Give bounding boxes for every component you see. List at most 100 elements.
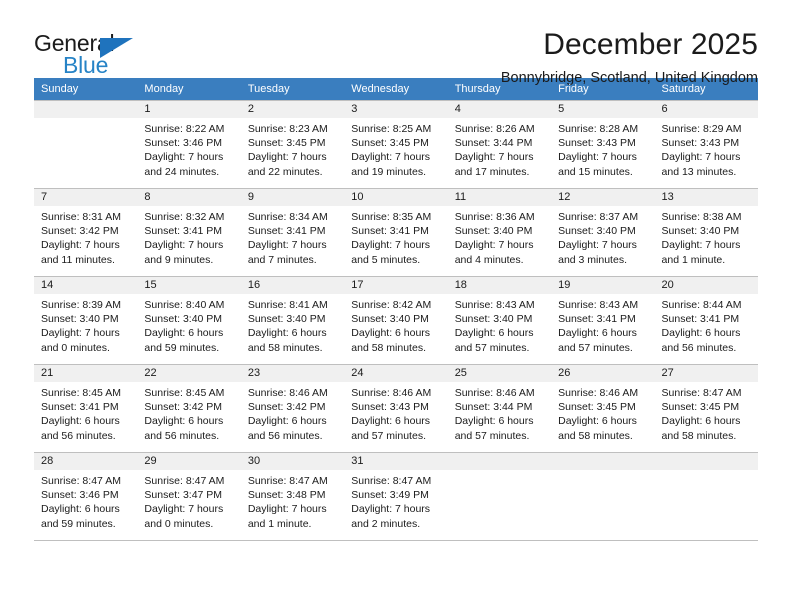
day-number: 31 xyxy=(344,453,448,470)
calendar-day-cell[interactable]: 13 Sunrise: 8:38 AM Sunset: 3:40 PM Dayligh… xyxy=(654,188,758,277)
sunset-text: Sunset: 3:43 PM xyxy=(351,401,429,414)
sunset-text: Sunset: 3:40 PM xyxy=(558,225,636,238)
day-number: 15 xyxy=(137,277,241,294)
daylight-text: Daylight: 7 hours and 24 minutes. xyxy=(144,151,224,178)
day-cell-inner: 6 Sunrise: 8:29 AM Sunset: 3:43 PM Daylight… xyxy=(654,101,758,188)
day-info: Sunrise: 8:40 AM Sunset: 3:40 PM Daylight:… xyxy=(137,294,240,355)
calendar-day-cell[interactable]: 28 Sunrise: 8:47 AM Sunset: 3:46 PM Dayligh… xyxy=(34,452,138,541)
day-number xyxy=(551,453,655,470)
calendar-week-row: 14 Sunrise: 8:39 AM Sunset: 3:40 PM Dayligh… xyxy=(34,276,758,365)
day-cell-inner: 16 Sunrise: 8:41 AM Sunset: 3:40 PM Dayligh… xyxy=(240,277,345,364)
calendar-day-cell[interactable]: 2 Sunrise: 8:23 AM Sunset: 3:45 PM Daylight… xyxy=(240,100,345,189)
day-cell-inner: 11 Sunrise: 8:36 AM Sunset: 3:40 PM Dayligh… xyxy=(447,189,552,276)
calendar-day-cell[interactable]: 11 Sunrise: 8:36 AM Sunset: 3:40 PM Dayligh… xyxy=(447,188,552,277)
sunrise-text: Sunrise: 8:45 AM xyxy=(41,387,121,399)
calendar-day-cell[interactable]: 19 Sunrise: 8:43 AM Sunset: 3:41 PM Dayligh… xyxy=(551,276,655,365)
calendar-day-cell[interactable]: 6 Sunrise: 8:29 AM Sunset: 3:43 PM Daylight… xyxy=(654,100,758,189)
sunrise-text: Sunrise: 8:38 AM xyxy=(661,211,742,223)
calendar-day-cell[interactable]: 26 Sunrise: 8:46 AM Sunset: 3:45 PM Dayligh… xyxy=(551,364,655,453)
day-info: Sunrise: 8:38 AM Sunset: 3:40 PM Daylight:… xyxy=(655,206,758,267)
sunset-text: Sunset: 3:46 PM xyxy=(144,137,223,150)
daylight-text: Daylight: 6 hours and 59 minutes. xyxy=(41,503,120,530)
sunset-text: Sunset: 3:40 PM xyxy=(247,313,326,326)
calendar-day-cell[interactable]: 18 Sunrise: 8:43 AM Sunset: 3:40 PM Dayligh… xyxy=(447,276,552,365)
sunset-text: Sunset: 3:40 PM xyxy=(454,313,533,326)
calendar-day-cell[interactable]: 15 Sunrise: 8:40 AM Sunset: 3:40 PM Dayligh… xyxy=(137,276,241,365)
sunset-text: Sunset: 3:41 PM xyxy=(247,225,326,238)
calendar-day-cell[interactable]: 24 Sunrise: 8:46 AM Sunset: 3:43 PM Dayligh… xyxy=(344,364,448,453)
day-cell-inner: 12 Sunrise: 8:37 AM Sunset: 3:40 PM Dayligh… xyxy=(551,189,655,276)
daylight-text: Daylight: 7 hours and 13 minutes. xyxy=(661,151,741,178)
calendar-day-cell[interactable]: 23 Sunrise: 8:46 AM Sunset: 3:42 PM Dayligh… xyxy=(240,364,345,453)
calendar-day-cell[interactable]: 3 Sunrise: 8:25 AM Sunset: 3:45 PM Daylight… xyxy=(344,100,448,189)
day-cell-inner xyxy=(34,101,138,188)
sunrise-text: Sunrise: 8:46 AM xyxy=(454,387,535,399)
calendar-day-cell[interactable]: 25 Sunrise: 8:46 AM Sunset: 3:44 PM Dayligh… xyxy=(447,364,552,453)
daylight-text: Daylight: 7 hours and 0 minutes. xyxy=(41,327,120,354)
day-info: Sunrise: 8:45 AM Sunset: 3:42 PM Daylight:… xyxy=(137,382,240,443)
daylight-text: Daylight: 6 hours and 58 minutes. xyxy=(558,415,637,442)
sunset-text: Sunset: 3:44 PM xyxy=(454,137,533,150)
day-info: Sunrise: 8:44 AM Sunset: 3:41 PM Daylight:… xyxy=(655,294,758,355)
daylight-text: Daylight: 6 hours and 57 minutes. xyxy=(558,327,637,354)
sunset-text: Sunset: 3:47 PM xyxy=(144,489,223,502)
day-cell-inner: 24 Sunrise: 8:46 AM Sunset: 3:43 PM Dayligh… xyxy=(344,365,448,452)
calendar-day-cell[interactable]: 10 Sunrise: 8:35 AM Sunset: 3:41 PM Dayligh… xyxy=(344,188,448,277)
sunset-text: Sunset: 3:49 PM xyxy=(351,489,429,502)
calendar-day-cell[interactable]: 1 Sunrise: 8:22 AM Sunset: 3:46 PM Daylight… xyxy=(137,100,241,189)
day-number: 23 xyxy=(240,365,345,382)
calendar-day-cell[interactable]: 16 Sunrise: 8:41 AM Sunset: 3:40 PM Dayligh… xyxy=(240,276,345,365)
daylight-text: Daylight: 7 hours and 9 minutes. xyxy=(144,239,224,266)
day-cell-inner: 21 Sunrise: 8:45 AM Sunset: 3:41 PM Dayligh… xyxy=(34,365,138,452)
calendar-day-cell[interactable]: 27 Sunrise: 8:47 AM Sunset: 3:45 PM Dayligh… xyxy=(654,364,758,453)
day-info: Sunrise: 8:47 AM Sunset: 3:48 PM Daylight:… xyxy=(241,470,344,531)
sunrise-text: Sunrise: 8:28 AM xyxy=(558,123,639,135)
calendar-day-cell[interactable]: 14 Sunrise: 8:39 AM Sunset: 3:40 PM Dayligh… xyxy=(34,276,138,365)
brand-name-blue: Blue xyxy=(63,52,109,78)
calendar-empty-cell xyxy=(551,452,655,541)
sunrise-text: Sunrise: 8:22 AM xyxy=(144,123,225,135)
day-number xyxy=(447,453,552,470)
day-info: Sunrise: 8:46 AM Sunset: 3:44 PM Daylight:… xyxy=(448,382,551,443)
calendar-day-cell[interactable]: 17 Sunrise: 8:42 AM Sunset: 3:40 PM Dayligh… xyxy=(344,276,448,365)
day-number: 1 xyxy=(137,101,241,118)
calendar-day-cell[interactable]: 21 Sunrise: 8:45 AM Sunset: 3:41 PM Dayligh… xyxy=(34,364,138,453)
brand-logo[interactable]: General Blue xyxy=(34,28,174,80)
sunset-text: Sunset: 3:41 PM xyxy=(558,313,636,326)
calendar-day-cell[interactable]: 22 Sunrise: 8:45 AM Sunset: 3:42 PM Dayligh… xyxy=(137,364,241,453)
day-number: 8 xyxy=(137,189,241,206)
sunset-text: Sunset: 3:40 PM xyxy=(661,225,740,238)
calendar-day-cell[interactable]: 30 Sunrise: 8:47 AM Sunset: 3:48 PM Dayligh… xyxy=(240,452,345,541)
sunset-text: Sunset: 3:42 PM xyxy=(144,401,223,414)
daylight-text: Daylight: 7 hours and 1 minute. xyxy=(247,503,327,530)
calendar-body: 1 Sunrise: 8:22 AM Sunset: 3:46 PM Daylight… xyxy=(34,100,758,541)
sunset-text: Sunset: 3:40 PM xyxy=(351,313,429,326)
sunrise-text: Sunrise: 8:47 AM xyxy=(144,475,225,487)
calendar-day-cell[interactable]: 7 Sunrise: 8:31 AM Sunset: 3:42 PM Daylight… xyxy=(34,188,138,277)
daylight-text: Daylight: 7 hours and 15 minutes. xyxy=(558,151,637,178)
day-cell-inner: 29 Sunrise: 8:47 AM Sunset: 3:47 PM Dayligh… xyxy=(137,453,241,540)
calendar-day-cell[interactable]: 9 Sunrise: 8:34 AM Sunset: 3:41 PM Daylight… xyxy=(240,188,345,277)
day-info: Sunrise: 8:32 AM Sunset: 3:41 PM Daylight:… xyxy=(137,206,240,267)
calendar-day-cell[interactable]: 20 Sunrise: 8:44 AM Sunset: 3:41 PM Dayligh… xyxy=(654,276,758,365)
calendar-week-row: 7 Sunrise: 8:31 AM Sunset: 3:42 PM Daylight… xyxy=(34,188,758,277)
day-number: 21 xyxy=(34,365,138,382)
day-cell-inner: 19 Sunrise: 8:43 AM Sunset: 3:41 PM Dayligh… xyxy=(551,277,655,364)
calendar-day-cell[interactable]: 5 Sunrise: 8:28 AM Sunset: 3:43 PM Daylight… xyxy=(551,100,655,189)
sunset-text: Sunset: 3:45 PM xyxy=(351,137,429,150)
calendar-empty-cell xyxy=(34,100,138,189)
day-number: 22 xyxy=(137,365,241,382)
calendar-day-cell[interactable]: 31 Sunrise: 8:47 AM Sunset: 3:49 PM Dayligh… xyxy=(344,452,448,541)
day-cell-inner: 15 Sunrise: 8:40 AM Sunset: 3:40 PM Dayligh… xyxy=(137,277,241,364)
calendar-day-cell[interactable]: 12 Sunrise: 8:37 AM Sunset: 3:40 PM Dayligh… xyxy=(551,188,655,277)
sunrise-text: Sunrise: 8:46 AM xyxy=(351,387,432,399)
sunset-text: Sunset: 3:40 PM xyxy=(41,313,119,326)
sunrise-text: Sunrise: 8:25 AM xyxy=(351,123,432,135)
daylight-text: Daylight: 7 hours and 4 minutes. xyxy=(454,239,534,266)
daylight-text: Daylight: 6 hours and 58 minutes. xyxy=(661,415,741,442)
daylight-text: Daylight: 7 hours and 22 minutes. xyxy=(247,151,327,178)
calendar-day-cell[interactable]: 8 Sunrise: 8:32 AM Sunset: 3:41 PM Daylight… xyxy=(137,188,241,277)
calendar-day-cell[interactable]: 4 Sunrise: 8:26 AM Sunset: 3:44 PM Daylight… xyxy=(447,100,552,189)
sunset-text: Sunset: 3:41 PM xyxy=(661,313,740,326)
calendar-day-cell[interactable]: 29 Sunrise: 8:47 AM Sunset: 3:47 PM Dayligh… xyxy=(137,452,241,541)
